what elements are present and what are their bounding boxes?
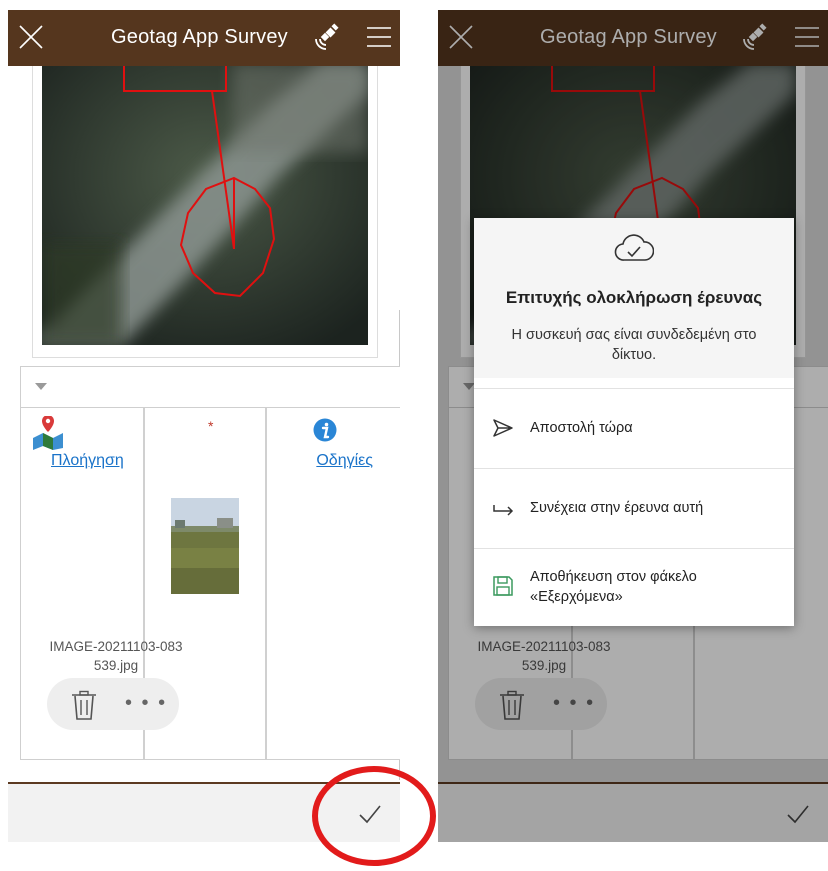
chevron-down-icon	[35, 383, 47, 390]
attachment-thumbnail[interactable]	[171, 498, 239, 594]
app-bar: Geotag App Survey	[8, 10, 400, 66]
more-options-button[interactable]: • • •	[125, 692, 167, 715]
info-icon[interactable]	[313, 418, 337, 442]
dialog-title: Επιτυχής ολοκλήρωση έρευνας	[505, 288, 763, 307]
trash-icon[interactable]	[69, 690, 99, 720]
dialog-subtitle: Η συσκευή σας είναι συνδεδεμένη στο δίκτ…	[511, 327, 757, 363]
navigation-link[interactable]: Πλοήγηση	[51, 452, 124, 470]
send-now-option[interactable]: Αποστολή τώρα	[474, 388, 794, 467]
survey-complete-screen: IMAGE-20211103-083 539.jpg • • • Geotag …	[438, 10, 828, 842]
cloud-check-icon	[614, 232, 655, 266]
highlight-circle-annotation	[312, 766, 436, 866]
form-section: Πλοήγηση * Οδηγίες IMAGE-20211103-083 53…	[20, 366, 400, 760]
attachment-filename: IMAGE-20211103-083 539.jpg	[49, 639, 183, 673]
help-link[interactable]: Οδηγίες	[316, 452, 373, 470]
save-outbox-label: Αποθήκευση στον φάκελο «Εξερχόμενα»	[530, 569, 697, 605]
continue-arrow-icon	[492, 497, 514, 519]
app-title: Geotag App Survey	[111, 26, 288, 48]
satellite-gps-icon[interactable]	[312, 23, 342, 53]
map-photo-card	[32, 62, 378, 358]
help-cell: Οδηγίες	[267, 408, 400, 759]
aerial-map-photo[interactable]	[42, 63, 368, 345]
continue-survey-option[interactable]: Συνέχεια στην έρευνα αυτή	[474, 468, 794, 547]
collapsible-group-header[interactable]	[21, 367, 400, 408]
save-icon	[492, 575, 514, 597]
hamburger-menu-icon[interactable]	[366, 24, 392, 50]
dialog-header: Επιτυχής ολοκλήρωση έρευνας Η συσκευή σα…	[474, 218, 794, 378]
map-pin-icon[interactable]	[31, 415, 65, 450]
survey-complete-dialog: Επιτυχής ολοκλήρωση έρευνας Η συσκευή σα…	[474, 218, 794, 626]
close-icon[interactable]	[16, 22, 46, 52]
continue-survey-label: Συνέχεια στην έρευνα αυτή	[530, 500, 704, 516]
survey-form-screen: Πλοήγηση * Οδηγίες IMAGE-20211103-083 53…	[8, 10, 400, 842]
send-now-label: Αποστολή τώρα	[530, 420, 633, 436]
save-outbox-option[interactable]: Αποθήκευση στον φάκελο «Εξερχόμενα»	[474, 548, 794, 627]
attachment-actions: • • •	[47, 678, 179, 730]
required-marker: *	[208, 418, 214, 434]
send-icon	[492, 417, 514, 439]
form-grid: Πλοήγηση * Οδηγίες IMAGE-20211103-083 53…	[21, 408, 400, 759]
